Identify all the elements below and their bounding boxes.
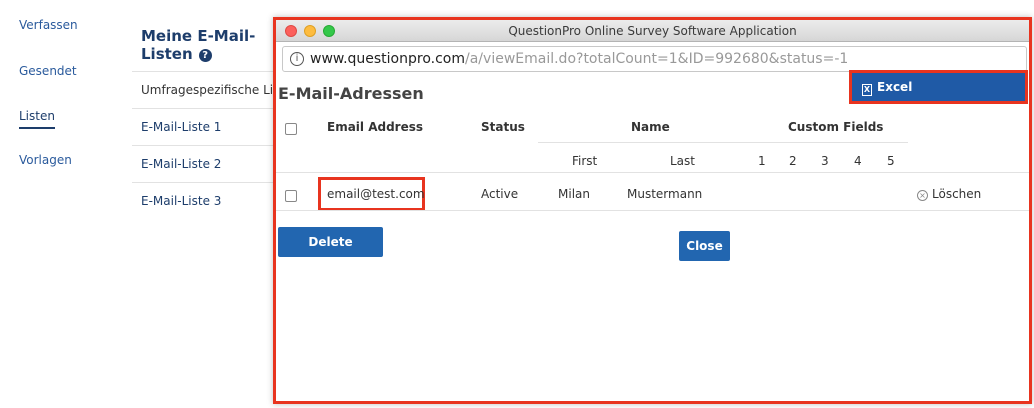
header-divider [538, 142, 908, 143]
column-header-status[interactable]: Status [481, 120, 525, 134]
column-header-custom-5: 5 [887, 154, 895, 168]
list-item-3[interactable]: E-Mail-Liste 3 [132, 182, 282, 219]
survey-specific-lists-header[interactable]: Umfragespezifische Listen [132, 71, 282, 108]
column-header-custom-fields: Custom Fields [788, 120, 884, 134]
delete-circle-icon: × [917, 190, 928, 201]
list-item-2[interactable]: E-Mail-Liste 2 [132, 145, 282, 182]
row-checkbox[interactable] [285, 190, 297, 202]
delete-selected-button[interactable]: Delete Selected [278, 227, 383, 279]
row-first-name: Milan [558, 187, 590, 201]
column-header-custom-4: 4 [854, 154, 862, 168]
row-last-name: Mustermann [627, 187, 703, 201]
help-icon[interactable]: ? [198, 49, 212, 62]
nav-item-vorlagen[interactable]: Vorlagen [19, 153, 72, 167]
excel-download-button[interactable]: X Excel herunterladen/CSV [849, 70, 1028, 122]
column-header-first[interactable]: First [572, 154, 597, 168]
email-addresses-heading: E-Mail-Adressen [278, 84, 424, 103]
column-header-custom-2: 2 [789, 154, 797, 168]
row-divider-top [276, 172, 1029, 173]
column-header-custom-3: 3 [821, 154, 829, 168]
nav-item-verfassen[interactable]: Verfassen [19, 18, 78, 32]
column-header-name: Name [631, 120, 670, 134]
column-header-last[interactable]: Last [670, 154, 695, 168]
email-lists-panel: Meine E-Mail-Listen? Umfragespezifische … [132, 0, 282, 408]
excel-download-label: Excel herunterladen/CSV [862, 80, 991, 122]
page-title-text: Meine E-Mail-Listen [141, 27, 256, 63]
close-button[interactable]: Close [679, 231, 730, 261]
info-icon[interactable]: i [290, 52, 304, 66]
row-status: Active [481, 187, 519, 201]
popup-content: E-Mail-Adressen X Excel herunterladen/CSV… [276, 70, 1029, 401]
column-header-custom-1: 1 [758, 154, 766, 168]
window-titlebar[interactable]: QuestionPro Online Survey Software Appli… [276, 20, 1029, 42]
row-email: email@test.com [327, 187, 425, 201]
row-delete-label: Löschen [932, 187, 982, 201]
excel-icon: X [862, 84, 872, 96]
nav-item-listen[interactable]: Listen [19, 109, 55, 129]
window-title: QuestionPro Online Survey Software Appli… [508, 24, 797, 38]
nav-item-gesendet[interactable]: Gesendet [19, 64, 77, 78]
page-title: Meine E-Mail-Listen? [141, 27, 281, 63]
url-path: /a/viewEmail.do?totalCount=1&ID=992680&s… [465, 51, 849, 67]
left-navigation: Verfassen Gesendet Listen Vorlagen [0, 0, 120, 408]
column-header-email[interactable]: Email Address [327, 120, 423, 134]
list-item-1[interactable]: E-Mail-Liste 1 [132, 108, 282, 145]
select-all-checkbox[interactable] [285, 123, 297, 135]
row-divider-bottom [276, 210, 1029, 211]
url-text: www.questionpro.com/a/viewEmail.do?total… [310, 51, 848, 67]
popup-window: QuestionPro Online Survey Software Appli… [273, 17, 1032, 404]
url-bar[interactable]: i www.questionpro.com/a/viewEmail.do?tot… [282, 46, 1027, 72]
url-host: www.questionpro.com [310, 51, 466, 67]
row-delete-link[interactable]: × Löschen [917, 187, 981, 201]
